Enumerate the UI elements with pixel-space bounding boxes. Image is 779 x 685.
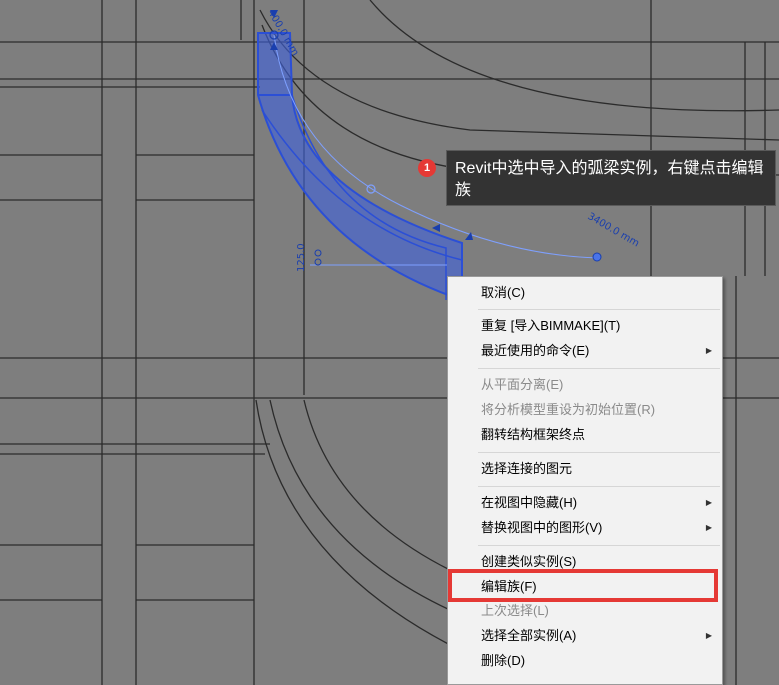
context-menu: 取消(C) 重复 [导入BIMMAKE](T) 最近使用的命令(E) ▶ 从平面分…: [447, 276, 723, 685]
menu-item-cancel[interactable]: 取消(C): [448, 281, 722, 305]
step-badge: 1: [418, 159, 436, 177]
submenu-arrow-icon: ▶: [705, 631, 712, 640]
dim-label-left: 125.0: [296, 243, 307, 272]
submenu-arrow-icon: ▶: [705, 498, 712, 507]
dim-label-right: 3400.0 mm: [586, 211, 641, 249]
menu-item-recent-commands[interactable]: 最近使用的命令(E) ▶: [448, 339, 722, 363]
menu-item-label: 在视图中隐藏(H): [481, 495, 578, 510]
instruction-tooltip: Revit中选中导入的弧梁实例，右键点击编辑族: [446, 150, 776, 206]
menu-separator: [478, 309, 720, 310]
menu-item-repeat[interactable]: 重复 [导入BIMMAKE](T): [448, 314, 722, 338]
menu-item-select-all-instances[interactable]: 选择全部实例(A) ▶: [448, 624, 722, 648]
menu-item-label: 创建类似实例(S): [481, 554, 577, 569]
menu-separator: [478, 545, 720, 546]
menu-item-label: 重复 [导入BIMMAKE](T): [481, 318, 621, 333]
edit-family-highlight: [448, 569, 718, 602]
menu-item-label: 选择连接的图元: [481, 461, 573, 476]
menu-item-label: 选择全部实例(A): [481, 628, 577, 643]
menu-item-label: 翻转结构框架终点: [481, 427, 586, 442]
menu-item-hide-in-view[interactable]: 在视图中隐藏(H) ▶: [448, 491, 722, 515]
submenu-arrow-icon: ▶: [705, 523, 712, 532]
menu-item-label: 取消(C): [481, 285, 526, 300]
menu-item-flip-framing-end[interactable]: 翻转结构框架终点: [448, 423, 722, 447]
menu-item-label: 删除(D): [481, 653, 526, 668]
menu-item-label: 从平面分离(E): [481, 377, 564, 392]
menu-item-last-selection: 上次选择(L): [448, 599, 722, 623]
menu-item-label: 上次选择(L): [481, 603, 549, 618]
menu-item-label: 最近使用的命令(E): [481, 343, 590, 358]
submenu-arrow-icon: ▶: [705, 346, 712, 355]
menu-separator: [478, 486, 720, 487]
menu-item-label: 替换视图中的图形(V): [481, 520, 603, 535]
menu-item-label: 将分析模型重设为初始位置(R): [481, 402, 656, 417]
menu-separator: [478, 452, 720, 453]
menu-item-select-joined[interactable]: 选择连接的图元: [448, 457, 722, 481]
menu-item-delete[interactable]: 删除(D): [448, 649, 722, 673]
menu-item-override-graphics[interactable]: 替换视图中的图形(V) ▶: [448, 516, 722, 540]
menu-separator: [478, 368, 720, 369]
menu-item-reset-analytical-model: 将分析模型重设为初始位置(R): [448, 398, 722, 422]
menu-item-detach-from-plane: 从平面分离(E): [448, 373, 722, 397]
